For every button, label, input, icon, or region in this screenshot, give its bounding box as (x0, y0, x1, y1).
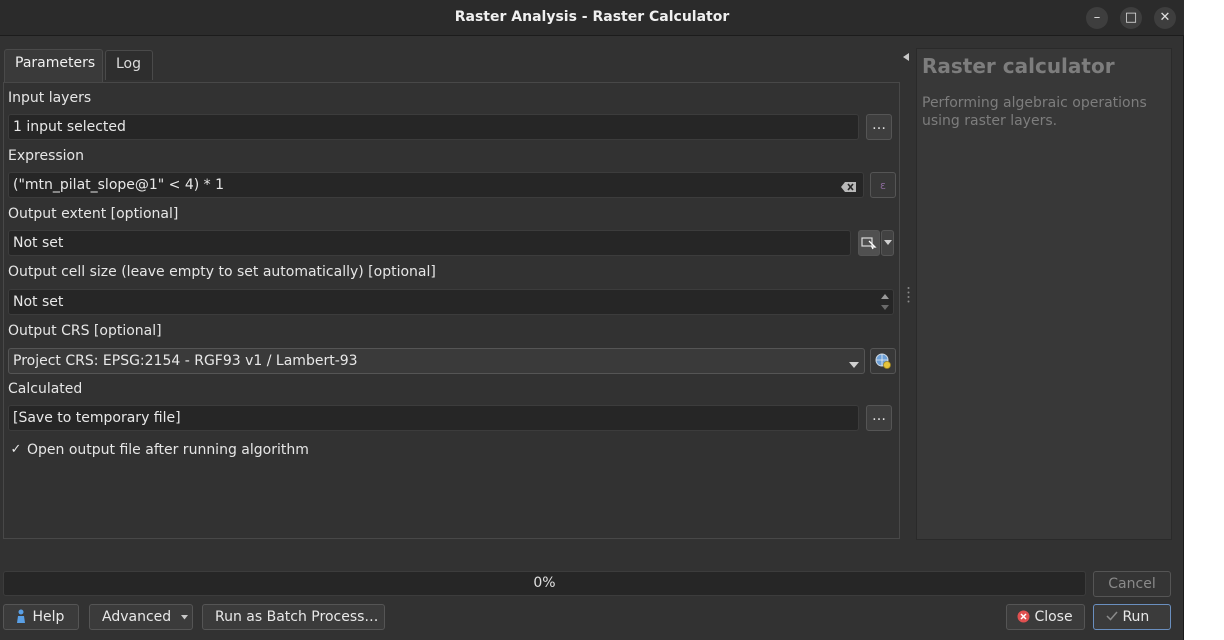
run-button[interactable]: Run (1093, 604, 1171, 630)
open-output-checkbox[interactable]: ✓ (8, 442, 24, 458)
window-title: Raster Analysis - Raster Calculator (454, 9, 730, 25)
expression-input[interactable]: ("mtn_pilat_slope@1" < 4) * 1 (8, 172, 864, 198)
output-extent-field[interactable]: Not set (8, 230, 851, 256)
splitter-handle[interactable] (907, 286, 910, 304)
help-panel: Raster calculator Performing algebraic o… (916, 48, 1172, 540)
calculated-label: Calculated (8, 381, 83, 397)
extent-dropdown-button[interactable] (881, 230, 894, 256)
maximize-button[interactable]: □ (1120, 7, 1142, 29)
expression-builder-button[interactable]: ε (870, 172, 896, 198)
svg-text:ε: ε (880, 179, 886, 192)
progress-bar: 0% (3, 571, 1086, 596)
advanced-button-label: Advanced (102, 609, 172, 625)
cell-size-value: Not set (13, 294, 64, 310)
spin-down-icon (881, 305, 889, 310)
cell-size-input[interactable]: Not set (8, 289, 894, 315)
run-button-label: Run (1122, 609, 1150, 625)
tab-log[interactable]: Log (105, 50, 153, 80)
close-button-label: Close (1034, 609, 1073, 625)
input-layers-label: Input layers (8, 90, 92, 106)
help-person-icon (17, 609, 25, 623)
clear-expression-icon[interactable] (841, 180, 857, 192)
input-layers-browse-button[interactable]: … (866, 114, 892, 140)
help-title: Raster calculator (922, 54, 1115, 78)
collapse-help-panel-icon[interactable] (903, 49, 911, 61)
title-bar: Raster Analysis - Raster Calculator – □ … (0, 0, 1184, 36)
crs-selector-button[interactable] (870, 348, 896, 374)
cell-size-spinner[interactable] (879, 291, 891, 313)
close-window-button[interactable]: ✕ (1154, 7, 1176, 29)
extent-select-button[interactable] (858, 230, 880, 256)
checkmark-icon (1106, 611, 1118, 621)
map-canvas-extent-icon (861, 237, 877, 250)
epsilon-icon: ε (880, 179, 886, 192)
chevron-down-icon (883, 240, 892, 245)
output-crs-value: Project CRS: EPSG:2154 - RGF93 v1 / Lamb… (13, 353, 358, 369)
tab-parameters[interactable]: Parameters (4, 49, 103, 82)
close-button[interactable]: Close (1006, 604, 1085, 630)
spin-up-icon (881, 294, 889, 299)
cell-size-label: Output cell size (leave empty to set aut… (8, 264, 436, 280)
run-batch-button[interactable]: Run as Batch Process… (202, 604, 385, 630)
output-crs-label: Output CRS [optional] (8, 323, 162, 339)
help-button-label: Help (32, 609, 65, 625)
calculated-browse-button[interactable]: … (866, 405, 892, 431)
cancel-button[interactable]: Cancel (1093, 571, 1171, 597)
expression-label: Expression (8, 148, 84, 164)
advanced-button[interactable]: Advanced (89, 604, 193, 630)
crs-globe-icon (875, 353, 891, 369)
minimize-button[interactable]: – (1086, 7, 1108, 29)
expression-value: ("mtn_pilat_slope@1" < 4) * 1 (13, 177, 225, 193)
open-output-label[interactable]: Open output file after running algorithm (27, 442, 309, 458)
advanced-chevron-down-icon (181, 615, 188, 620)
output-crs-select[interactable]: Project CRS: EPSG:2154 - RGF93 v1 / Lamb… (8, 348, 865, 374)
input-layers-field[interactable]: 1 input selected (8, 114, 859, 140)
output-extent-label: Output extent [optional] (8, 206, 179, 222)
close-circle-icon (1017, 610, 1030, 623)
help-button[interactable]: Help (3, 604, 79, 630)
crs-dropdown-chevron-icon (849, 357, 859, 368)
progress-text: 0% (533, 575, 556, 591)
calculated-output-field[interactable]: [Save to temporary file] (8, 405, 859, 431)
help-description: Performing algebraic operations using ra… (922, 95, 1147, 129)
raster-calculator-dialog: Raster Analysis - Raster Calculator – □ … (0, 0, 1184, 640)
